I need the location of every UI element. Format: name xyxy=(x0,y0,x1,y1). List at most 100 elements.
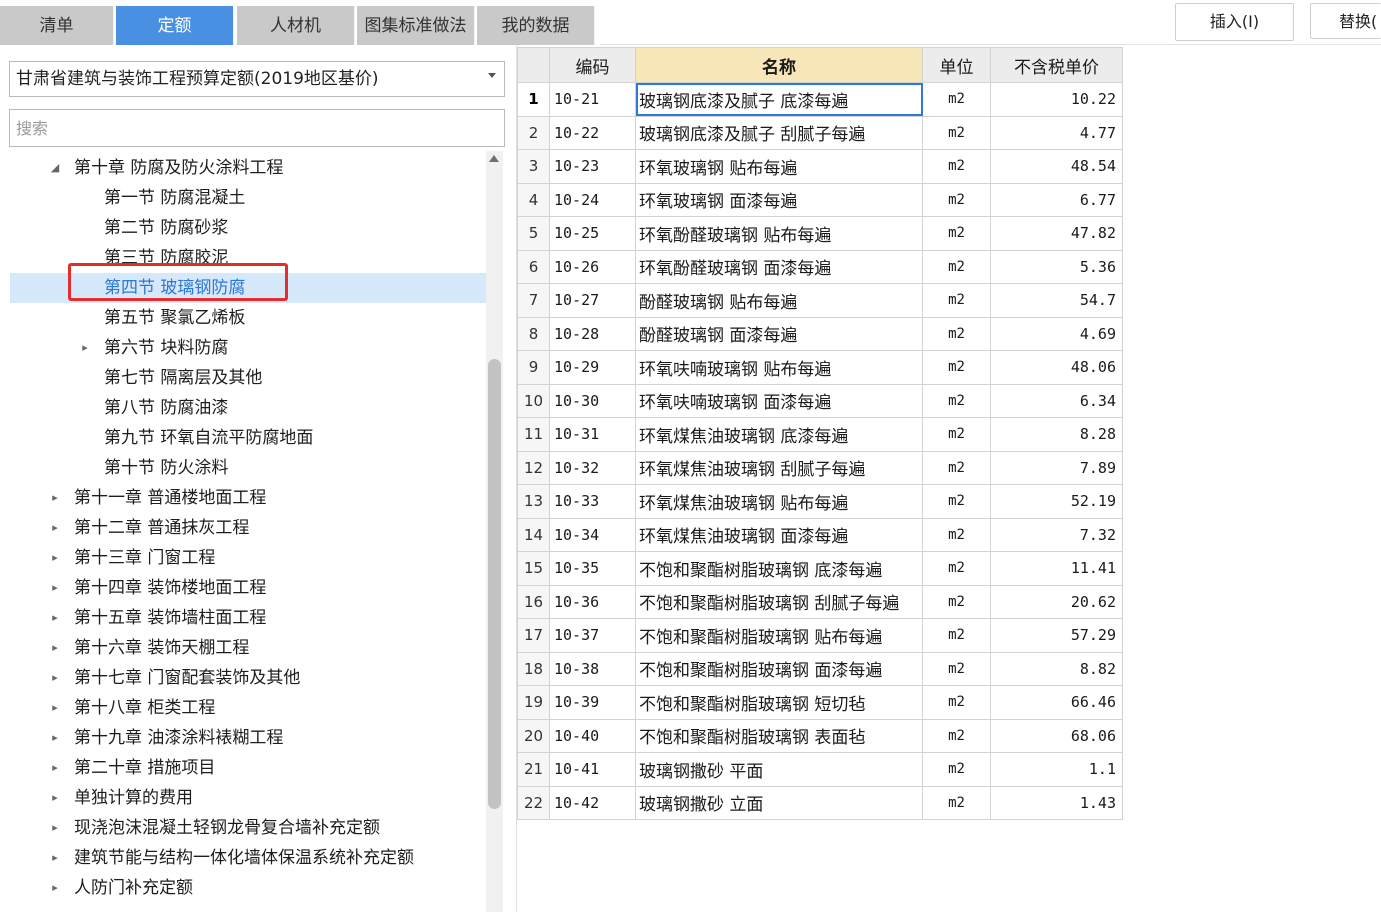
unit-column-header[interactable]: 单位 xyxy=(922,47,991,83)
tree-chapter-item[interactable]: ▸ 人防门补充定额 xyxy=(0,873,486,903)
unit-cell[interactable]: m2 xyxy=(922,584,991,619)
name-cell[interactable]: 不饱和聚酯树脂玻璃钢 面漆每遍 xyxy=(635,651,923,686)
tree-scrollbar[interactable] xyxy=(486,151,503,912)
code-cell[interactable]: 10-40 xyxy=(549,718,636,753)
name-cell[interactable]: 酚醛玻璃钢 面漆每遍 xyxy=(635,316,923,351)
price-cell[interactable]: 66.46 xyxy=(990,685,1123,720)
table-row[interactable]: 11 10-31 环氧煤焦油玻璃钢 底漆每遍 m2 8.28 xyxy=(517,417,1123,452)
tab-my-data[interactable]: 我的数据 xyxy=(477,6,595,45)
name-cell[interactable]: 不饱和聚酯树脂玻璃钢 表面毡 xyxy=(635,718,923,753)
row-number-cell[interactable]: 14 xyxy=(517,517,550,552)
tree-section-item[interactable]: 第八节 防腐油漆 xyxy=(0,393,486,423)
collapsed-arrow-icon[interactable]: ▸ xyxy=(48,783,62,813)
row-number-cell[interactable]: 19 xyxy=(517,685,550,720)
name-cell[interactable]: 不饱和聚酯树脂玻璃钢 贴布每遍 xyxy=(635,618,923,653)
name-column-header[interactable]: 名称 xyxy=(635,47,923,83)
scroll-up-icon[interactable] xyxy=(489,155,499,162)
tree-chapter-item[interactable]: ▸ 第十九章 油漆涂料裱糊工程 xyxy=(0,723,486,753)
tab-atlas-standard[interactable]: 图集标准做法 xyxy=(357,6,475,45)
code-cell[interactable]: 10-34 xyxy=(549,517,636,552)
table-row[interactable]: 1 10-21 玻璃钢底漆及腻子 底漆每遍 m2 10.22 xyxy=(517,82,1123,117)
tab-labor-material-machine[interactable]: 人材机 xyxy=(237,6,355,45)
price-cell[interactable]: 68.06 xyxy=(990,718,1123,753)
row-number-cell[interactable]: 7 xyxy=(517,283,550,318)
price-cell[interactable]: 5.36 xyxy=(990,249,1123,284)
table-row[interactable]: 5 10-25 环氧酚醛玻璃钢 贴布每遍 m2 47.82 xyxy=(517,216,1123,251)
row-number-cell[interactable]: 11 xyxy=(517,417,550,452)
price-cell[interactable]: 48.54 xyxy=(990,149,1123,184)
code-cell[interactable]: 10-33 xyxy=(549,484,636,519)
collapsed-arrow-icon[interactable]: ▸ xyxy=(48,513,62,543)
row-number-cell[interactable]: 18 xyxy=(517,651,550,686)
name-cell[interactable]: 不饱和聚酯树脂玻璃钢 短切毡 xyxy=(635,685,923,720)
code-cell[interactable]: 10-39 xyxy=(549,685,636,720)
name-cell[interactable]: 玻璃钢底漆及腻子 刮腻子每遍 xyxy=(635,115,923,150)
tree-chapter-item[interactable]: ▸ 第十七章 门窗配套装饰及其他 xyxy=(0,663,486,693)
price-cell[interactable]: 10.22 xyxy=(990,82,1123,117)
price-cell[interactable]: 6.34 xyxy=(990,383,1123,418)
tree-section-item[interactable]: 第九节 环氧自流平防腐地面 xyxy=(0,423,486,453)
unit-cell[interactable]: m2 xyxy=(922,249,991,284)
code-cell[interactable]: 10-26 xyxy=(549,249,636,284)
price-cell[interactable]: 20.62 xyxy=(990,584,1123,619)
name-cell[interactable]: 环氧煤焦油玻璃钢 贴布每遍 xyxy=(635,484,923,519)
collapsed-arrow-icon[interactable]: ▸ xyxy=(48,543,62,573)
name-cell[interactable]: 环氧玻璃钢 贴布每遍 xyxy=(635,149,923,184)
name-cell[interactable]: 环氧煤焦油玻璃钢 面漆每遍 xyxy=(635,517,923,552)
price-cell[interactable]: 8.28 xyxy=(990,417,1123,452)
unit-cell[interactable]: m2 xyxy=(922,417,991,452)
tree-chapter-item[interactable]: ▸ 第十六章 装饰天棚工程 xyxy=(0,633,486,663)
name-cell[interactable]: 环氧呋喃玻璃钢 贴布每遍 xyxy=(635,350,923,385)
unit-cell[interactable]: m2 xyxy=(922,618,991,653)
row-number-cell[interactable]: 10 xyxy=(517,383,550,418)
price-cell[interactable]: 54.7 xyxy=(990,283,1123,318)
code-cell[interactable]: 10-21 xyxy=(549,82,636,117)
code-cell[interactable]: 10-28 xyxy=(549,316,636,351)
unit-cell[interactable]: m2 xyxy=(922,216,991,251)
table-row[interactable]: 4 10-24 环氧玻璃钢 面漆每遍 m2 6.77 xyxy=(517,182,1123,217)
unit-cell[interactable]: m2 xyxy=(922,316,991,351)
tree-chapter-item[interactable]: ▸ 现浇泡沫混凝土轻钢龙骨复合墙补充定额 xyxy=(0,813,486,843)
collapsed-arrow-icon[interactable]: ▸ xyxy=(48,663,62,693)
name-cell[interactable]: 玻璃钢撒砂 平面 xyxy=(635,752,923,787)
insert-button[interactable]: 插入(I) xyxy=(1175,3,1294,41)
code-cell[interactable]: 10-27 xyxy=(549,283,636,318)
unit-cell[interactable]: m2 xyxy=(922,517,991,552)
row-number-cell[interactable]: 13 xyxy=(517,484,550,519)
name-cell[interactable]: 不饱和聚酯树脂玻璃钢 刮腻子每遍 xyxy=(635,584,923,619)
scrollbar-thumb[interactable] xyxy=(488,359,501,809)
name-cell[interactable]: 酚醛玻璃钢 贴布每遍 xyxy=(635,283,923,318)
code-cell[interactable]: 10-38 xyxy=(549,651,636,686)
tree-chapter-item[interactable]: ▸ 第十八章 柜类工程 xyxy=(0,693,486,723)
collapsed-arrow-icon[interactable]: ▸ xyxy=(48,573,62,603)
row-number-cell[interactable]: 17 xyxy=(517,618,550,653)
tree-section-item[interactable]: 第二节 防腐砂浆 xyxy=(0,213,486,243)
table-row[interactable]: 3 10-23 环氧玻璃钢 贴布每遍 m2 48.54 xyxy=(517,149,1123,184)
name-cell[interactable]: 玻璃钢底漆及腻子 底漆每遍 xyxy=(635,82,923,117)
code-cell[interactable]: 10-29 xyxy=(549,350,636,385)
row-number-cell[interactable]: 22 xyxy=(517,785,550,820)
unit-cell[interactable]: m2 xyxy=(922,82,991,117)
tree-chapter-item[interactable]: ▸ 建筑节能与结构一体化墙体保温系统补充定额 xyxy=(0,843,486,873)
collapsed-arrow-icon[interactable]: ▸ xyxy=(48,843,62,873)
price-column-header[interactable]: 不含税单价 xyxy=(990,47,1123,83)
name-cell[interactable]: 不饱和聚酯树脂玻璃钢 底漆每遍 xyxy=(635,551,923,586)
tree-chapter-item[interactable]: ▸ 单独计算的费用 xyxy=(0,783,486,813)
table-row[interactable]: 7 10-27 酚醛玻璃钢 贴布每遍 m2 54.7 xyxy=(517,283,1123,318)
tree-chapter-item[interactable]: ▸ 第十二章 普通抹灰工程 xyxy=(0,513,486,543)
table-row[interactable]: 10 10-30 环氧呋喃玻璃钢 面漆每遍 m2 6.34 xyxy=(517,383,1123,418)
collapsed-arrow-icon[interactable]: ▸ xyxy=(78,333,92,363)
unit-cell[interactable]: m2 xyxy=(922,350,991,385)
expanded-arrow-icon[interactable]: ◢ xyxy=(48,153,62,183)
collapsed-arrow-icon[interactable]: ▸ xyxy=(48,813,62,843)
tab-bill[interactable]: 清单 xyxy=(0,6,114,45)
row-number-cell[interactable]: 15 xyxy=(517,551,550,586)
unit-cell[interactable]: m2 xyxy=(922,450,991,485)
row-number-cell[interactable]: 2 xyxy=(517,115,550,150)
row-number-cell[interactable]: 20 xyxy=(517,718,550,753)
table-row[interactable]: 19 10-39 不饱和聚酯树脂玻璃钢 短切毡 m2 66.46 xyxy=(517,685,1123,720)
table-row[interactable]: 20 10-40 不饱和聚酯树脂玻璃钢 表面毡 m2 68.06 xyxy=(517,718,1123,753)
collapsed-arrow-icon[interactable]: ▸ xyxy=(48,483,62,513)
tree-section-item[interactable]: 第五节 聚氯乙烯板 xyxy=(0,303,486,333)
name-cell[interactable]: 环氧玻璃钢 面漆每遍 xyxy=(635,182,923,217)
